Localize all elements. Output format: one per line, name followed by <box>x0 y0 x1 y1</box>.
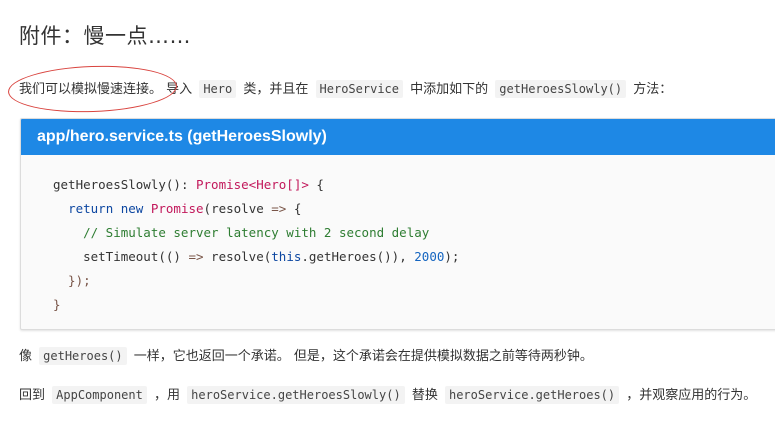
code-line-3: // Simulate server latency with 2 second… <box>53 225 430 240</box>
code-panel-title: app/hero.service.ts (getHeroesSlowly) <box>21 119 775 155</box>
paragraph-2: 像 getHeroes() 一样，它也返回一个承诺。 但是，这个承诺会在提供模拟… <box>19 346 593 367</box>
code-block[interactable]: getHeroesSlowly(): Promise<Hero[]> { ret… <box>21 155 775 317</box>
para3-text-4: ，并观察应用的行为。 <box>626 388 757 403</box>
intro-circled-text: 我们可以模拟慢速连接。 <box>19 82 163 97</box>
code-line-4: setTimeout(() => resolve(this.getHeroes(… <box>53 249 460 264</box>
para3-text-3: 替换 <box>411 388 438 403</box>
paragraph-3: 回到 AppComponent ，用 heroService.getHeroes… <box>19 385 756 406</box>
code-line-1-fn: getHeroesSlowly <box>53 177 166 192</box>
para3-text-1: 回到 <box>19 388 46 403</box>
intro-text-2: 类，并且在 <box>243 82 309 97</box>
inline-code-getheroes: getHeroes() <box>39 347 127 365</box>
section-heading: 附件：慢一点…… <box>19 24 191 48</box>
inline-code-appcomponent: AppComponent <box>52 386 147 404</box>
doc-page: 附件：慢一点…… 我们可以模拟慢速连接。 导入 Hero 类，并且在 HeroS… <box>0 0 775 424</box>
code-line-1: getHeroesSlowly(): Promise<Hero[]> { <box>53 177 324 192</box>
intro-text-3: 中添加如下的 <box>410 82 489 97</box>
inline-code-getheroes-slowly: heroService.getHeroesSlowly() <box>187 386 405 404</box>
intro-text-1: 导入 <box>166 82 193 97</box>
intro-paragraph: 我们可以模拟慢速连接。 导入 Hero 类，并且在 HeroService 中添… <box>7 63 673 115</box>
code-example-panel: app/hero.service.ts (getHeroesSlowly) ge… <box>20 118 775 330</box>
inline-code-heroservice: HeroService <box>315 80 403 98</box>
para2-text-2: 一样，它也返回一个承诺。 但是，这个承诺会在提供模拟数据之前等待两秒钟。 <box>133 349 593 364</box>
inline-code-method: getHeroesSlowly() <box>495 80 627 98</box>
code-line-1-type: Promise<Hero[]> <box>196 177 309 192</box>
para2-text-1: 像 <box>19 349 33 364</box>
para3-text-2: ，用 <box>154 388 181 403</box>
code-line-2: return new Promise(resolve => { <box>68 201 302 216</box>
code-line-6: } <box>53 297 61 312</box>
inline-code-hero: Hero <box>199 80 237 98</box>
circled-annotation: 我们可以模拟慢速连接。 <box>7 63 178 115</box>
code-line-5: }); <box>53 273 91 288</box>
inline-code-service-getheroes: heroService.getHeroes() <box>444 386 620 404</box>
intro-text-4: 方法： <box>633 82 673 97</box>
